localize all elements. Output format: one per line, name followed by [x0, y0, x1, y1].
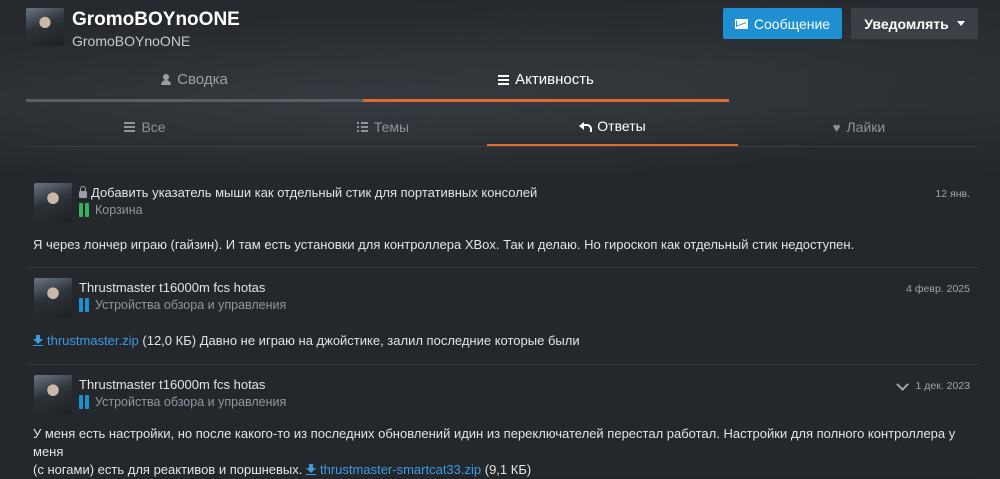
forum-name: Устройства обзора и управления: [95, 298, 287, 312]
list-icon: [356, 122, 368, 132]
download-icon: [306, 464, 317, 475]
tab-summary-label: Сводка: [177, 71, 228, 88]
download-icon: [33, 335, 43, 346]
avatar[interactable]: [34, 278, 72, 318]
forum-name: Корзина: [95, 203, 143, 217]
thread-title[interactable]: Добавить указатель мыши как отдельный ст…: [79, 185, 537, 200]
bars-icon: [498, 74, 510, 85]
tab-all-label: Все: [141, 119, 166, 135]
tab-all[interactable]: Все: [26, 108, 264, 146]
attachment-name: thrustmaster.zip: [47, 333, 139, 348]
notify-button[interactable]: Уведомлять: [851, 8, 978, 39]
tab-replies-label: Ответы: [597, 118, 646, 134]
attachment-name: thrustmaster-smartcat33.zip: [320, 462, 482, 477]
profile-header: GromoBOYnoONE GromoBOYnoONE Сообщение Ув…: [26, 6, 978, 54]
forum-link[interactable]: Устройства обзора и управления: [79, 395, 286, 409]
message-button[interactable]: Сообщение: [723, 8, 842, 39]
post-snippet-line: У меня есть настройки, но после какого-т…: [33, 426, 956, 459]
attachment-link[interactable]: thrustmaster.zip: [33, 333, 139, 348]
attachment-size: (9,1 КБ): [484, 462, 532, 477]
post-date-text: 4 февр. 2025: [906, 283, 970, 295]
tab-likes-label: Лайки: [846, 119, 886, 135]
envelope-icon: [734, 18, 748, 29]
thread-title[interactable]: Thrustmaster t16000m fcs hotas: [79, 280, 265, 295]
post-date[interactable]: 12 янв.: [935, 188, 970, 200]
forum-link[interactable]: Устройства обзора и управления: [79, 298, 286, 312]
caret-down-icon: [956, 21, 965, 26]
forum-name: Устройства обзора и управления: [95, 395, 287, 409]
post-snippet-text: (с ногами) есть для реактивов и поршневы…: [33, 462, 303, 477]
profile-tabs: Сводка Активность: [26, 60, 978, 102]
post-snippet-line: (с ногами) есть для реактивов и поршневы…: [33, 461, 973, 479]
forum-link[interactable]: Корзина: [79, 203, 143, 217]
bars-icon: [124, 122, 136, 132]
message-button-label: Сообщение: [753, 15, 831, 32]
tab-replies[interactable]: Ответы: [487, 108, 738, 146]
thread-title-text: Thrustmaster t16000m fcs hotas: [79, 377, 266, 392]
post-date-text: 12 янв.: [935, 188, 970, 200]
profile-name[interactable]: GromoBOYnoONE: [72, 9, 240, 31]
thread-title[interactable]: Thrustmaster t16000m fcs hotas: [79, 377, 265, 392]
post-snippet[interactable]: Я через лончер играю (гайзин). И там ест…: [33, 236, 973, 254]
tab-likes[interactable]: ♥ Лайки: [740, 108, 978, 146]
user-icon: [161, 74, 172, 85]
avatar[interactable]: [34, 183, 72, 223]
lock-icon: [79, 185, 87, 198]
tab-activity[interactable]: Активность: [363, 60, 729, 102]
post-snippet[interactable]: У меня есть настройки, но после какого-т…: [33, 425, 973, 479]
profile-username: GromoBOYnoONE: [72, 33, 191, 49]
attachment-size: (12,0 КБ): [142, 333, 197, 348]
post-date-text: 1 дек. 2023: [915, 380, 970, 392]
forum-icon: [79, 395, 90, 409]
list-item: Добавить указатель мыши как отдельный ст…: [26, 173, 978, 268]
post-snippet-text: Давно не играю на джойстике, залил после…: [199, 333, 580, 348]
forum-icon: [79, 203, 90, 217]
list-item: Thrustmaster t16000m fcs hotas Устройств…: [26, 268, 978, 365]
activity-filter-tabs: Все Темы Ответы ♥ Лайки: [26, 108, 978, 147]
thread-title-text: Thrustmaster t16000m fcs hotas: [79, 280, 266, 295]
attachment-link[interactable]: thrustmaster-smartcat33.zip: [306, 462, 481, 477]
reply-icon: [579, 121, 593, 132]
heart-icon: ♥: [832, 119, 841, 135]
forum-icon: [79, 298, 90, 312]
avatar[interactable]: [26, 8, 64, 46]
notify-button-label: Уведомлять: [864, 15, 949, 32]
post-date[interactable]: 4 февр. 2025: [906, 283, 970, 295]
post-date[interactable]: 1 дек. 2023: [896, 377, 970, 392]
avatar[interactable]: [34, 375, 72, 415]
thread-title-text: Добавить указатель мыши как отдельный ст…: [91, 185, 538, 200]
tab-summary[interactable]: Сводка: [26, 60, 363, 102]
post-snippet[interactable]: thrustmaster.zip (12,0 КБ) Давно не игра…: [33, 332, 973, 350]
activity-feed: Добавить указатель мыши как отдельный ст…: [26, 173, 978, 477]
tab-activity-label: Активность: [515, 71, 594, 88]
chevron-down-icon[interactable]: [896, 377, 910, 391]
list-item: Thrustmaster t16000m fcs hotas Устройств…: [26, 365, 978, 477]
tab-threads[interactable]: Темы: [264, 108, 502, 146]
tab-threads-label: Темы: [373, 119, 410, 135]
